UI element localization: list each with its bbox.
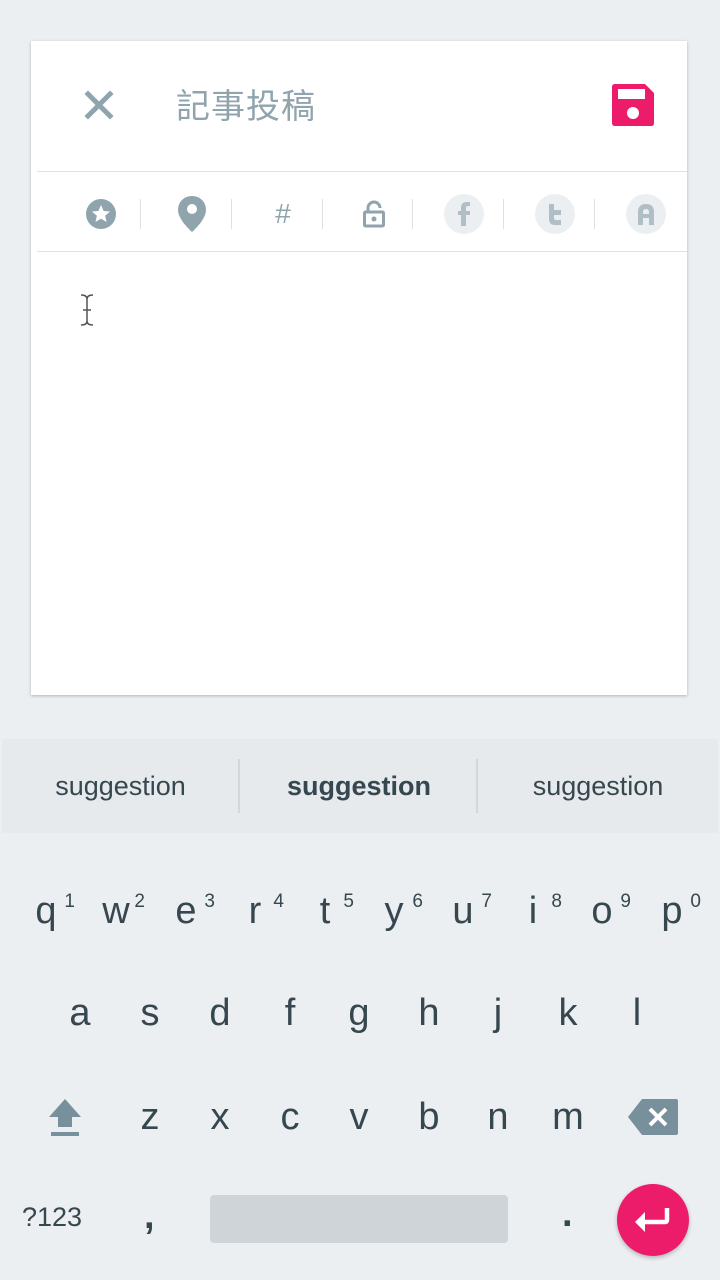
- key-r[interactable]: 4r: [220, 851, 290, 951]
- page-title: 記事投稿: [176, 87, 316, 127]
- toolbar-separator: [503, 199, 504, 229]
- space-bar[interactable]: [210, 1195, 508, 1243]
- key-m[interactable]: m: [533, 1067, 603, 1167]
- toolbar-separator: [231, 199, 232, 229]
- location-pin-icon: [178, 196, 206, 232]
- shift-icon: [49, 1099, 81, 1136]
- key-a[interactable]: a: [45, 963, 115, 1063]
- key-t[interactable]: 5t: [290, 851, 360, 951]
- key-z[interactable]: z: [115, 1067, 185, 1167]
- key-i[interactable]: 8i: [498, 851, 568, 951]
- key-e[interactable]: 3e: [151, 851, 221, 951]
- backspace-key[interactable]: [618, 1067, 688, 1167]
- close-icon: [84, 90, 114, 120]
- hashtag-icon: #: [275, 198, 291, 229]
- suggestion-right[interactable]: suggestion: [478, 739, 718, 833]
- editor-header: 記事投稿: [31, 41, 687, 171]
- toolbar-separator: [322, 199, 323, 229]
- key-x[interactable]: x: [185, 1067, 255, 1167]
- backspace-icon: [628, 1099, 678, 1135]
- key-l[interactable]: l: [602, 963, 672, 1063]
- favorite-toggle[interactable]: [79, 192, 123, 236]
- privacy-button[interactable]: [352, 192, 396, 236]
- post-editor-card: 記事投稿 #: [31, 41, 687, 695]
- toolbar-separator: [412, 199, 413, 229]
- enter-icon: [635, 1208, 670, 1232]
- close-button[interactable]: [75, 81, 123, 129]
- facebook-icon: [444, 194, 484, 234]
- twitter-share-toggle[interactable]: [533, 192, 577, 236]
- ameba-share-toggle[interactable]: [624, 192, 668, 236]
- suggestion-left[interactable]: suggestion: [2, 739, 239, 833]
- key-u[interactable]: 7u: [428, 851, 498, 951]
- key-w[interactable]: 2w: [81, 851, 151, 951]
- suggestion-bar: suggestion suggestion suggestion: [2, 739, 718, 833]
- star-icon: [86, 199, 116, 229]
- comma-key[interactable]: ,: [144, 1195, 155, 1238]
- toolbar-separator: [140, 199, 141, 229]
- ameba-icon: [626, 194, 666, 234]
- key-f[interactable]: f: [255, 963, 325, 1063]
- key-s[interactable]: s: [115, 963, 185, 1063]
- key-g[interactable]: g: [324, 963, 394, 1063]
- key-y[interactable]: 6y: [359, 851, 429, 951]
- toolbar-divider: [37, 251, 687, 252]
- soft-keyboard: 1q 2w 3e 4r 5t 6y 7u 8i 9o 0p a s d f g …: [2, 833, 718, 1280]
- save-icon: [612, 84, 654, 126]
- key-b[interactable]: b: [394, 1067, 464, 1167]
- key-j[interactable]: j: [463, 963, 533, 1063]
- save-button[interactable]: [607, 79, 659, 131]
- suggestion-center[interactable]: suggestion: [240, 739, 478, 833]
- key-k[interactable]: k: [533, 963, 603, 1063]
- key-q[interactable]: 1q: [11, 851, 81, 951]
- key-p[interactable]: 0p: [637, 851, 707, 951]
- key-o[interactable]: 9o: [567, 851, 637, 951]
- key-d[interactable]: d: [185, 963, 255, 1063]
- text-cursor-icon: [79, 293, 95, 332]
- facebook-share-toggle[interactable]: [442, 192, 486, 236]
- location-button[interactable]: [170, 192, 214, 236]
- shift-key[interactable]: [30, 1067, 100, 1167]
- key-c[interactable]: c: [255, 1067, 325, 1167]
- twitter-icon: [535, 194, 575, 234]
- period-key[interactable]: .: [562, 1193, 573, 1236]
- enter-key[interactable]: [617, 1184, 689, 1256]
- toolbar-separator: [594, 199, 595, 229]
- key-h[interactable]: h: [394, 963, 464, 1063]
- post-options-toolbar: #: [37, 172, 687, 252]
- key-n[interactable]: n: [463, 1067, 533, 1167]
- symbols-key[interactable]: ?123: [22, 1202, 82, 1233]
- post-body-input[interactable]: [31, 253, 687, 693]
- key-v[interactable]: v: [324, 1067, 394, 1167]
- hashtag-button[interactable]: #: [261, 192, 305, 236]
- lock-icon: [363, 200, 385, 228]
